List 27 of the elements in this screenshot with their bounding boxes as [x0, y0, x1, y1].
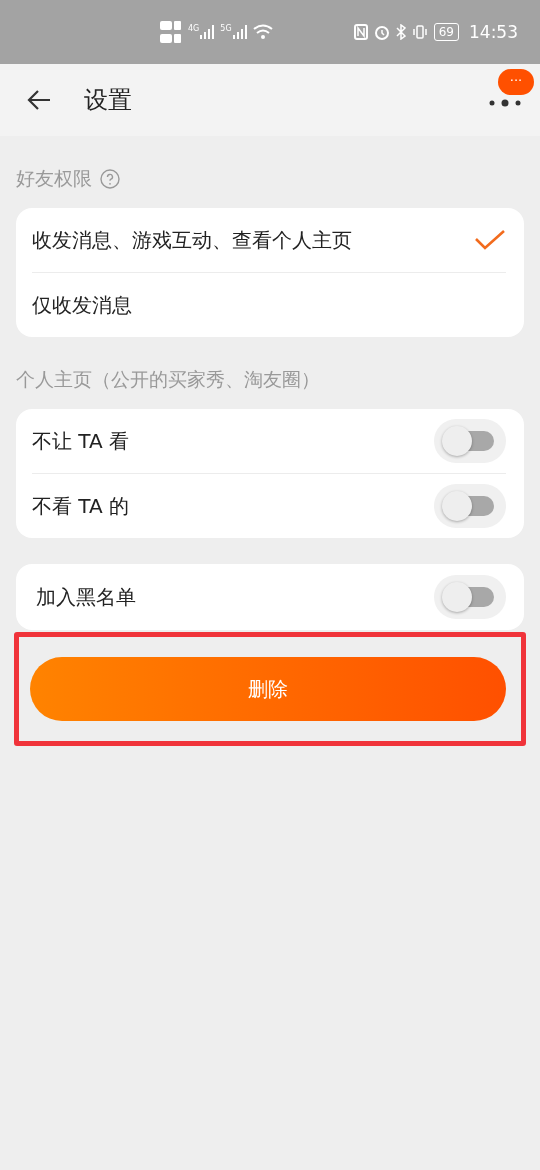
settings-row[interactable]: 不看 TA 的: [32, 473, 506, 538]
settings-row[interactable]: 不让 TA 看: [32, 409, 506, 473]
signal-icon: [200, 25, 215, 39]
section-label: 好友权限: [16, 166, 92, 191]
bluetooth-icon: [395, 24, 406, 40]
toggle-switch[interactable]: [434, 575, 506, 619]
vibrate-icon: [411, 24, 428, 40]
more-icon: [488, 98, 522, 108]
wifi-icon: [252, 24, 273, 40]
section-label: 个人主页（公开的买家秀、淘友圈）: [16, 367, 320, 392]
back-arrow-icon: [26, 89, 52, 111]
toggle-switch[interactable]: [434, 419, 506, 463]
page-title: 设置: [84, 85, 133, 116]
sim-icon: [160, 20, 182, 44]
network-type: 4G: [188, 25, 200, 33]
signal-icon: [232, 25, 247, 39]
clock-time: 14:53: [469, 22, 518, 42]
help-icon[interactable]: [100, 169, 120, 189]
battery-indicator: 69: [433, 23, 459, 41]
settings-row[interactable]: 收发消息、游戏互动、查看个人主页: [32, 208, 506, 272]
notification-badge: ···: [498, 69, 534, 95]
toggle-switch[interactable]: [434, 484, 506, 528]
settings-row[interactable]: 加入黑名单: [32, 564, 506, 630]
network-type: 5G: [220, 25, 232, 33]
alarm-icon: [373, 24, 390, 40]
settings-row[interactable]: 仅收发消息: [32, 272, 506, 337]
nfc-icon: [353, 24, 368, 40]
